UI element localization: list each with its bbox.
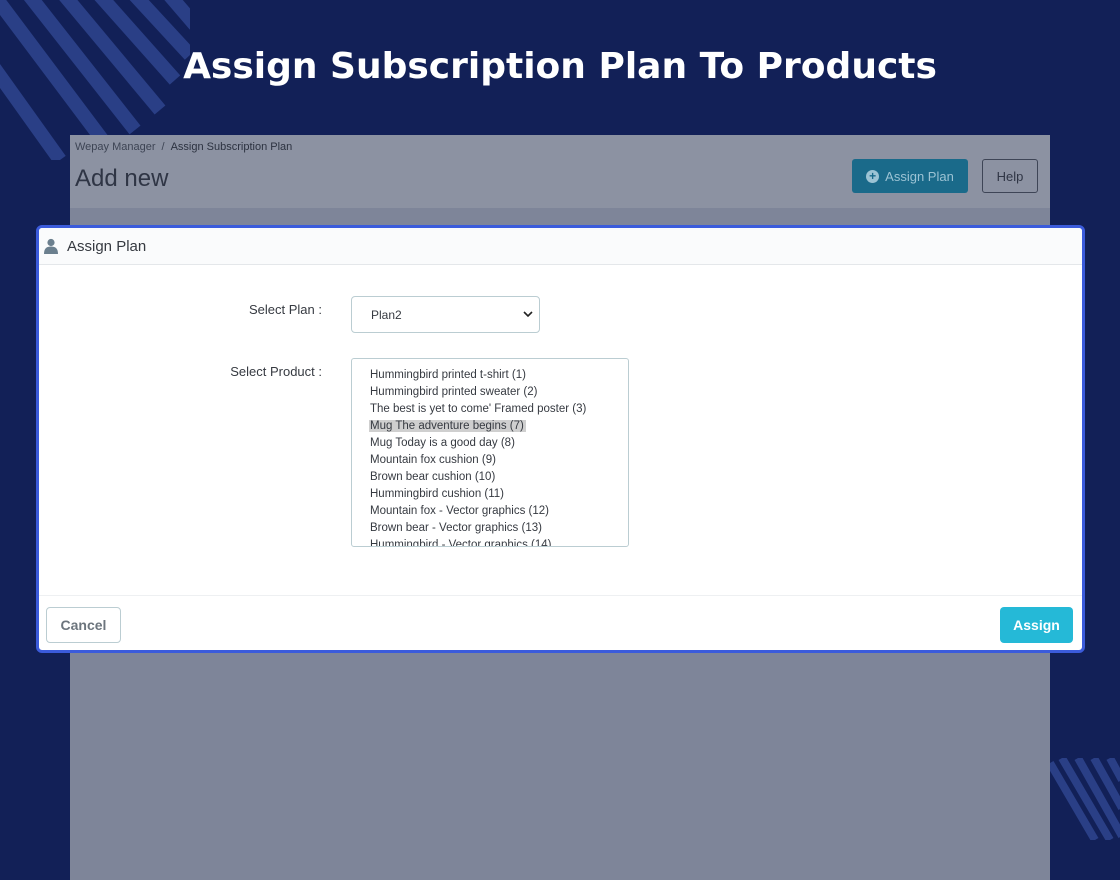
product-option[interactable]: Hummingbird printed t-shirt (1) [352,367,628,384]
product-option[interactable]: Hummingbird - Vector graphics (14) [352,537,628,546]
user-icon [44,238,58,254]
modal-title: Assign Plan [67,237,147,255]
breadcrumb-item-current: Assign Subscription Plan [170,141,293,153]
admin-header: Wepay Manager / Assign Subscription Plan A… [70,135,1050,208]
plan-select[interactable]: Plan2 [351,296,540,333]
breadcrumb-item-wepay-manager[interactable]: Wepay Manager [75,141,156,153]
product-option[interactable]: Mug Today is a good day (8) [352,435,628,452]
modal-footer: Cancel Assign [39,595,1082,650]
decorative-stripes-bottom-right [1050,758,1120,840]
page-title: Add new [75,165,169,192]
product-option[interactable]: Hummingbird printed sweater (2) [352,384,628,401]
assign-plan-modal: Assign Plan Select Plan : Plan2 Select P… [36,225,1085,653]
assign-plan-toolbar-label: Assign Plan [885,168,954,184]
product-option-selected[interactable]: Mug The adventure begins (7) [352,418,628,435]
breadcrumb-separator: / [161,141,165,153]
assign-button[interactable]: Assign [1000,607,1073,643]
select-product-label: Select Product : [230,364,322,379]
product-multiselect[interactable]: Hummingbird printed t-shirt (1) Hummingb… [351,358,629,547]
breadcrumb: Wepay Manager / Assign Subscription Plan [75,141,292,153]
plus-circle-icon: + [866,169,880,183]
product-option[interactable]: Mountain fox - Vector graphics (12) [352,503,628,520]
hero-title: Assign Subscription Plan To Products [183,46,937,87]
select-plan-label: Select Plan : [249,302,322,317]
modal-header: Assign Plan [39,228,1082,265]
assign-plan-toolbar-button[interactable]: + Assign Plan [852,159,968,193]
product-option[interactable]: Hummingbird cushion (11) [352,486,628,503]
cancel-button[interactable]: Cancel [46,607,121,643]
product-option[interactable]: Brown bear - Vector graphics (13) [352,520,628,537]
product-option[interactable]: Mountain fox cushion (9) [352,452,628,469]
product-option[interactable]: The best is yet to come' Framed poster (… [352,401,628,418]
product-option[interactable]: Brown bear cushion (10) [352,469,628,486]
plan-select-value: Plan2 [371,307,402,322]
chevron-down-icon [523,311,533,318]
help-button[interactable]: Help [982,159,1038,193]
